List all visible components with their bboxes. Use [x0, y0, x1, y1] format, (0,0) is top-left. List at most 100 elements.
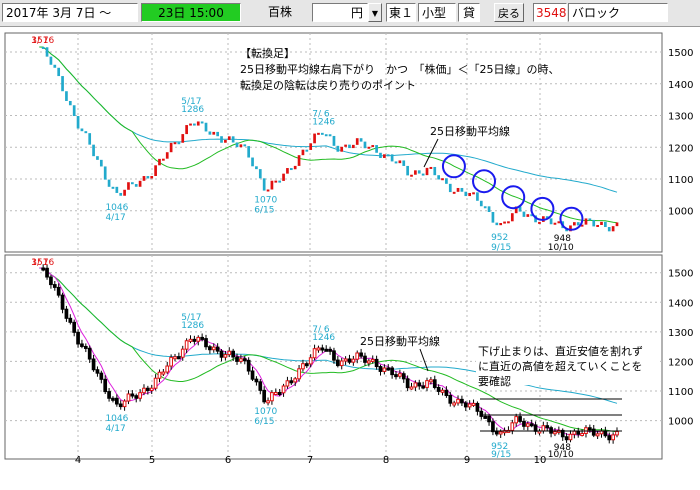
start-date-field[interactable]: 2017年 3月 7日 ～	[2, 3, 138, 22]
stock-code-field[interactable]: 3548	[533, 3, 567, 22]
candle	[204, 338, 208, 348]
market-label: 東１	[386, 3, 416, 22]
candle	[390, 367, 394, 376]
back-button[interactable]: 戻る	[494, 3, 524, 22]
lending-label: 貸	[458, 3, 480, 22]
price-chart: 1500140013001200110010003/ 715165/171286…	[4, 32, 693, 466]
price-label: 1246	[312, 118, 335, 128]
kagi-bar	[138, 180, 142, 187]
candle	[328, 348, 332, 352]
candle	[607, 435, 612, 441]
candle	[483, 415, 488, 419]
kagi-bar	[476, 192, 479, 201]
kagi-bar	[224, 139, 227, 143]
kagi-bar	[495, 222, 499, 226]
kagi-bar	[317, 132, 320, 135]
candle	[231, 350, 236, 358]
kagi-bar	[41, 46, 45, 49]
kagi-bar	[103, 166, 107, 180]
kagi-bar	[49, 56, 53, 65]
kagi-bar	[596, 224, 599, 227]
kagi-bar	[324, 134, 328, 137]
kagi-bar	[340, 146, 344, 152]
candle	[273, 391, 278, 395]
candle	[549, 427, 553, 434]
kagi-bar	[142, 176, 146, 181]
candle	[173, 356, 177, 360]
price-label: 4/17	[105, 213, 125, 223]
kagi-bar	[84, 131, 88, 134]
candle	[448, 395, 453, 404]
candle	[146, 387, 150, 391]
candle	[52, 284, 57, 288]
y-tick-label: 1400	[668, 80, 693, 91]
kagi-bar	[193, 123, 196, 126]
y-tick-label: 1100	[668, 175, 693, 186]
candle	[432, 379, 437, 388]
kagi-bar	[297, 155, 301, 166]
candle	[467, 403, 472, 408]
x-tick-label: 10	[534, 455, 547, 466]
kagi-bar	[394, 161, 398, 164]
kagi-bar	[61, 76, 64, 92]
price-label: 1046	[105, 203, 128, 213]
price-label: 6/15	[254, 206, 274, 216]
note-line: 下げ止まりは、直近安値を割れず	[478, 344, 643, 358]
kagi-bar	[584, 218, 588, 225]
kagi-bar	[289, 168, 293, 171]
candle	[111, 397, 115, 401]
candle	[487, 415, 491, 423]
candle	[270, 392, 274, 402]
kagi-bar	[239, 144, 243, 148]
kagi-bar	[313, 133, 316, 144]
candle	[522, 420, 526, 427]
kagi-bar	[491, 212, 495, 223]
candle	[343, 358, 348, 362]
price-label: 1516	[31, 36, 54, 46]
kagi-bar	[227, 136, 231, 140]
kagi-bar	[266, 189, 270, 192]
candle	[576, 430, 581, 435]
kagi-bar	[336, 145, 340, 152]
candle	[518, 416, 522, 422]
kagi-bar	[406, 165, 409, 176]
chevron-down-icon[interactable]: ▼	[368, 3, 382, 22]
x-tick-label: 9	[464, 455, 470, 466]
kagi-bar	[576, 222, 580, 226]
kagi-bar	[169, 142, 173, 153]
kagi-bar	[204, 122, 208, 132]
candle	[122, 400, 127, 408]
stock-name-field: バロック	[568, 3, 668, 22]
candle	[157, 371, 162, 379]
kagi-bar	[441, 178, 444, 181]
current-date-time-field[interactable]: 23日 15:00	[141, 3, 241, 22]
kagi-bar	[433, 166, 437, 176]
candle	[161, 371, 166, 375]
kagi-bar	[456, 187, 460, 192]
kagi-bar	[573, 222, 576, 226]
candle	[95, 369, 100, 374]
kagi-bar	[425, 167, 429, 176]
annotation-line: 25日移動平均線右肩下がり かつ 「株価」＜「25日線」の時、	[240, 62, 560, 76]
kagi-bar	[503, 221, 506, 224]
candle	[429, 379, 433, 383]
price-label: 6/15	[254, 417, 274, 427]
kagi-bar	[53, 64, 57, 68]
candle	[138, 392, 142, 399]
y-tick-label: 1500	[668, 269, 693, 280]
candle	[398, 373, 402, 377]
y-tick-label: 1000	[668, 207, 693, 218]
candle	[266, 400, 270, 404]
candle	[169, 356, 173, 367]
candle	[114, 397, 119, 405]
candle	[510, 422, 515, 431]
kagi-bar	[417, 170, 421, 174]
kagi-bar	[538, 221, 541, 224]
kagi-bar	[600, 221, 603, 225]
kagi-bar	[414, 170, 417, 175]
kagi-bar	[177, 142, 181, 145]
price-unit-select[interactable]: 円	[312, 3, 368, 22]
kagi-bar	[421, 173, 425, 176]
kagi-bar	[526, 214, 530, 217]
bottom-chart-panel: 1500140013001200110010004 5 6 7 8 9 103/ 71516…	[4, 254, 693, 466]
